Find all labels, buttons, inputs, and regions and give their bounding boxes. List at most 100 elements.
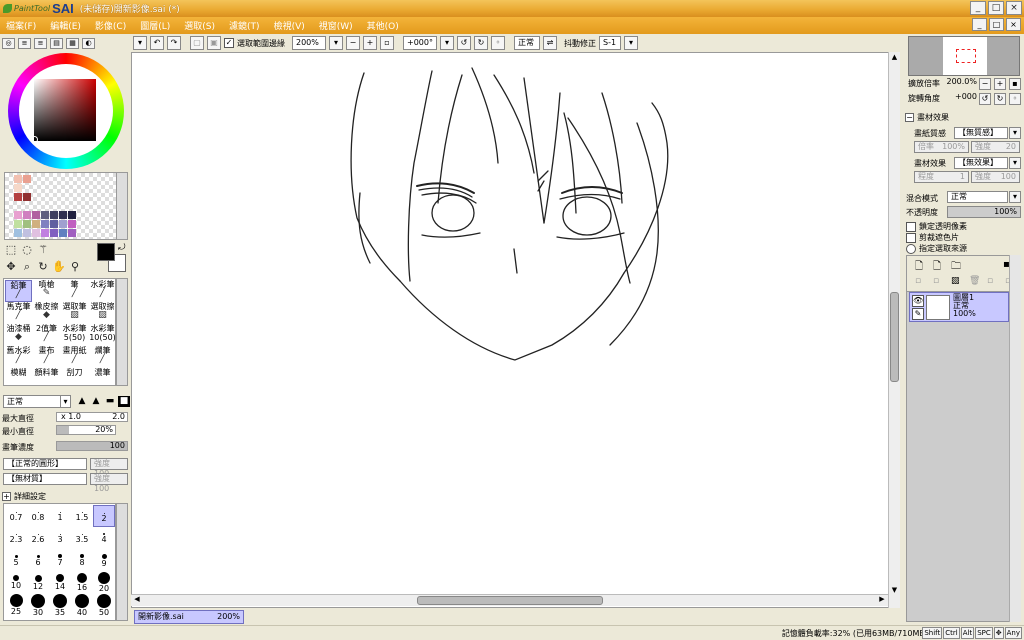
rotation-dropdown-icon[interactable]: ▾ (440, 36, 454, 50)
brush-size-25[interactable]: 25 (5, 593, 27, 616)
brush-old-watercolor[interactable]: 舊水彩 ╱ (5, 346, 32, 368)
brush-size-35[interactable]: 35 (49, 593, 71, 617)
brush-size-3[interactable]: 3 (49, 527, 71, 549)
brush-size-10[interactable]: 10 (5, 571, 27, 593)
effect-dropdown-icon[interactable]: ▾ (1009, 157, 1021, 169)
brush-size-5[interactable]: 5 (5, 549, 27, 571)
brush-texture-select[interactable]: 【無材質】 (3, 473, 87, 485)
scratchpad-tab-icon[interactable]: ◐ (82, 38, 95, 49)
brush-paint[interactable]: 顏料筆 (33, 368, 60, 390)
brush-size-3.5[interactable]: 3.5 (71, 527, 93, 549)
brush-select-eraser[interactable]: 選取擦 ▨ (89, 302, 116, 324)
rgb-slider-tab-icon[interactable]: ≡ (18, 38, 31, 49)
brush-size-9[interactable]: 9 (93, 549, 115, 571)
zoom-dropdown-icon[interactable]: ▾ (329, 36, 343, 50)
key-shift[interactable]: Shift (922, 627, 943, 639)
menu-other[interactable]: 其他(O) (367, 19, 399, 32)
brush-size-14[interactable]: 14 (49, 571, 71, 593)
swatch-tab-icon[interactable]: ▦ (66, 38, 79, 49)
nav-zoom-out-icon[interactable]: − (979, 78, 991, 90)
key-ctrl[interactable]: Ctrl (943, 627, 960, 639)
brush-pen[interactable]: 筆 ╱ (61, 280, 88, 302)
brush-size-12[interactable]: 12 (27, 571, 49, 593)
key-space[interactable]: SPC (975, 627, 993, 639)
lasso-icon[interactable]: ◌ (20, 243, 34, 257)
min-size-slider[interactable]: 20% (56, 425, 116, 435)
brush-eraser[interactable]: 橡皮擦 ◆ (33, 302, 60, 324)
hsv-slider-tab-icon[interactable]: ≡ (34, 38, 47, 49)
color-wheel-tab-icon[interactable]: ◎ (2, 38, 15, 49)
layer-mask-icon[interactable]: ▫ (987, 276, 993, 286)
menu-edit[interactable]: 編輯(E) (50, 19, 81, 32)
brush-size-50[interactable]: 50 (93, 593, 115, 617)
clipping-checkbox[interactable] (906, 232, 916, 243)
brush-blur[interactable]: 模糊 (5, 368, 32, 390)
close-button[interactable]: × (1006, 1, 1022, 15)
hand-tool-icon[interactable]: ✋ (52, 260, 66, 274)
zoom-select[interactable]: 200% (292, 36, 326, 50)
max-size-slider[interactable]: x 1.0 2.0 (56, 412, 128, 422)
deselect-icon[interactable]: ▢ (190, 36, 204, 50)
brush-watercolor[interactable]: 水彩筆 ╱ (89, 280, 116, 302)
canvas[interactable] (131, 52, 900, 608)
paper-effects-header[interactable]: − 畫材效果 (905, 112, 949, 123)
menu-file[interactable]: 檔案(F) (6, 19, 36, 32)
zoom-out-icon[interactable]: − (346, 36, 360, 50)
menu-select[interactable]: 選取(S) (184, 19, 215, 32)
nav-rotate-reset-icon[interactable]: ◦ (1009, 93, 1021, 105)
redo-icon[interactable]: ↷ (167, 36, 181, 50)
selection-source-row[interactable]: 指定選取來源 (906, 243, 967, 254)
brush-size-8[interactable]: 8 (71, 549, 93, 571)
lock-alpha-row[interactable]: 鎖定透明像素 (906, 221, 967, 232)
doc-minimize-button[interactable]: _ (972, 18, 987, 31)
mixer-tab-icon[interactable]: ▤ (50, 38, 63, 49)
swatch-scrollbar[interactable] (116, 172, 128, 240)
navigator-view-frame[interactable] (956, 49, 976, 63)
scroll-left-icon[interactable]: ◀ (132, 595, 142, 605)
brush-airbrush[interactable]: 噴槍 ✎ (33, 280, 60, 302)
eye-icon[interactable]: 👁 (912, 295, 924, 307)
new-linked-layer-icon[interactable]: 🗋 (933, 259, 941, 276)
brush-size-4[interactable]: 4 (93, 527, 115, 549)
brush-size-1[interactable]: 1 (49, 505, 71, 527)
rotation-select[interactable]: +000° (403, 36, 437, 50)
brush-size-2.6[interactable]: 2.6 (27, 527, 49, 549)
layer-blend-select[interactable]: 正常 (947, 191, 1008, 203)
effect-select[interactable]: 【無效果】 (954, 157, 1008, 169)
nav-zoom-reset-icon[interactable]: ▪ (1009, 78, 1021, 90)
brush-knife[interactable]: 刮刀 (61, 368, 88, 390)
detail-settings[interactable]: + 詳細設定 (2, 491, 46, 502)
menu-window[interactable]: 視窗(W) (319, 19, 353, 32)
brush-canvas[interactable]: 畫布 ╱ (33, 346, 60, 368)
menu-layer[interactable]: 圖層(L) (140, 19, 170, 32)
key-any[interactable]: Any (1004, 627, 1022, 639)
brush-watercolor-10[interactable]: 水彩筆 10(50) (89, 324, 116, 346)
opacity-slider[interactable]: 100% (947, 206, 1021, 218)
stabilizer-dropdown-icon[interactable]: ▾ (624, 36, 638, 50)
merge-down-icon[interactable]: ▫ (933, 276, 939, 286)
foreground-color[interactable] (97, 243, 115, 261)
canvas-horizontal-scrollbar[interactable]: ◀ ▶ (131, 594, 888, 606)
brush-size-40[interactable]: 40 (71, 593, 93, 617)
rotate-reset-icon[interactable]: ◦ (491, 36, 505, 50)
document-tab[interactable]: 開新影像.sai 200% (134, 610, 244, 624)
magic-wand-icon[interactable]: ⚚ (36, 243, 50, 257)
tip-soft-icon[interactable]: ▲ (90, 396, 102, 407)
menu-filter[interactable]: 濾鏡(T) (229, 19, 260, 32)
nav-zoom-in-icon[interactable]: + (994, 78, 1006, 90)
doc-maximize-button[interactable]: □ (989, 18, 1004, 31)
menu-view[interactable]: 檢視(V) (274, 19, 305, 32)
brush-binary[interactable]: 2值筆 ╱ (33, 324, 60, 346)
vertical-scroll-thumb[interactable] (890, 292, 899, 382)
tip-round-icon[interactable]: ▲ (76, 396, 88, 407)
brush-shape-select[interactable]: 【正常的圓形】 (3, 458, 87, 470)
brush-thick[interactable]: 濃筆 (89, 368, 116, 390)
brush-size-0.7[interactable]: 0.7 (5, 505, 27, 527)
rect-select-icon[interactable]: ⬚ (4, 243, 18, 257)
zoom-tool-icon[interactable]: ⌕ (20, 260, 34, 274)
paper-texture-select[interactable]: 【無質感】 (954, 127, 1008, 139)
brush-size-1.5[interactable]: 1.5 (71, 505, 93, 527)
density-slider[interactable]: 100 (56, 441, 128, 451)
canvas-vertical-scrollbar[interactable]: ▲ ▼ (888, 52, 900, 608)
nav-rotate-left-icon[interactable]: ↺ (979, 93, 991, 105)
